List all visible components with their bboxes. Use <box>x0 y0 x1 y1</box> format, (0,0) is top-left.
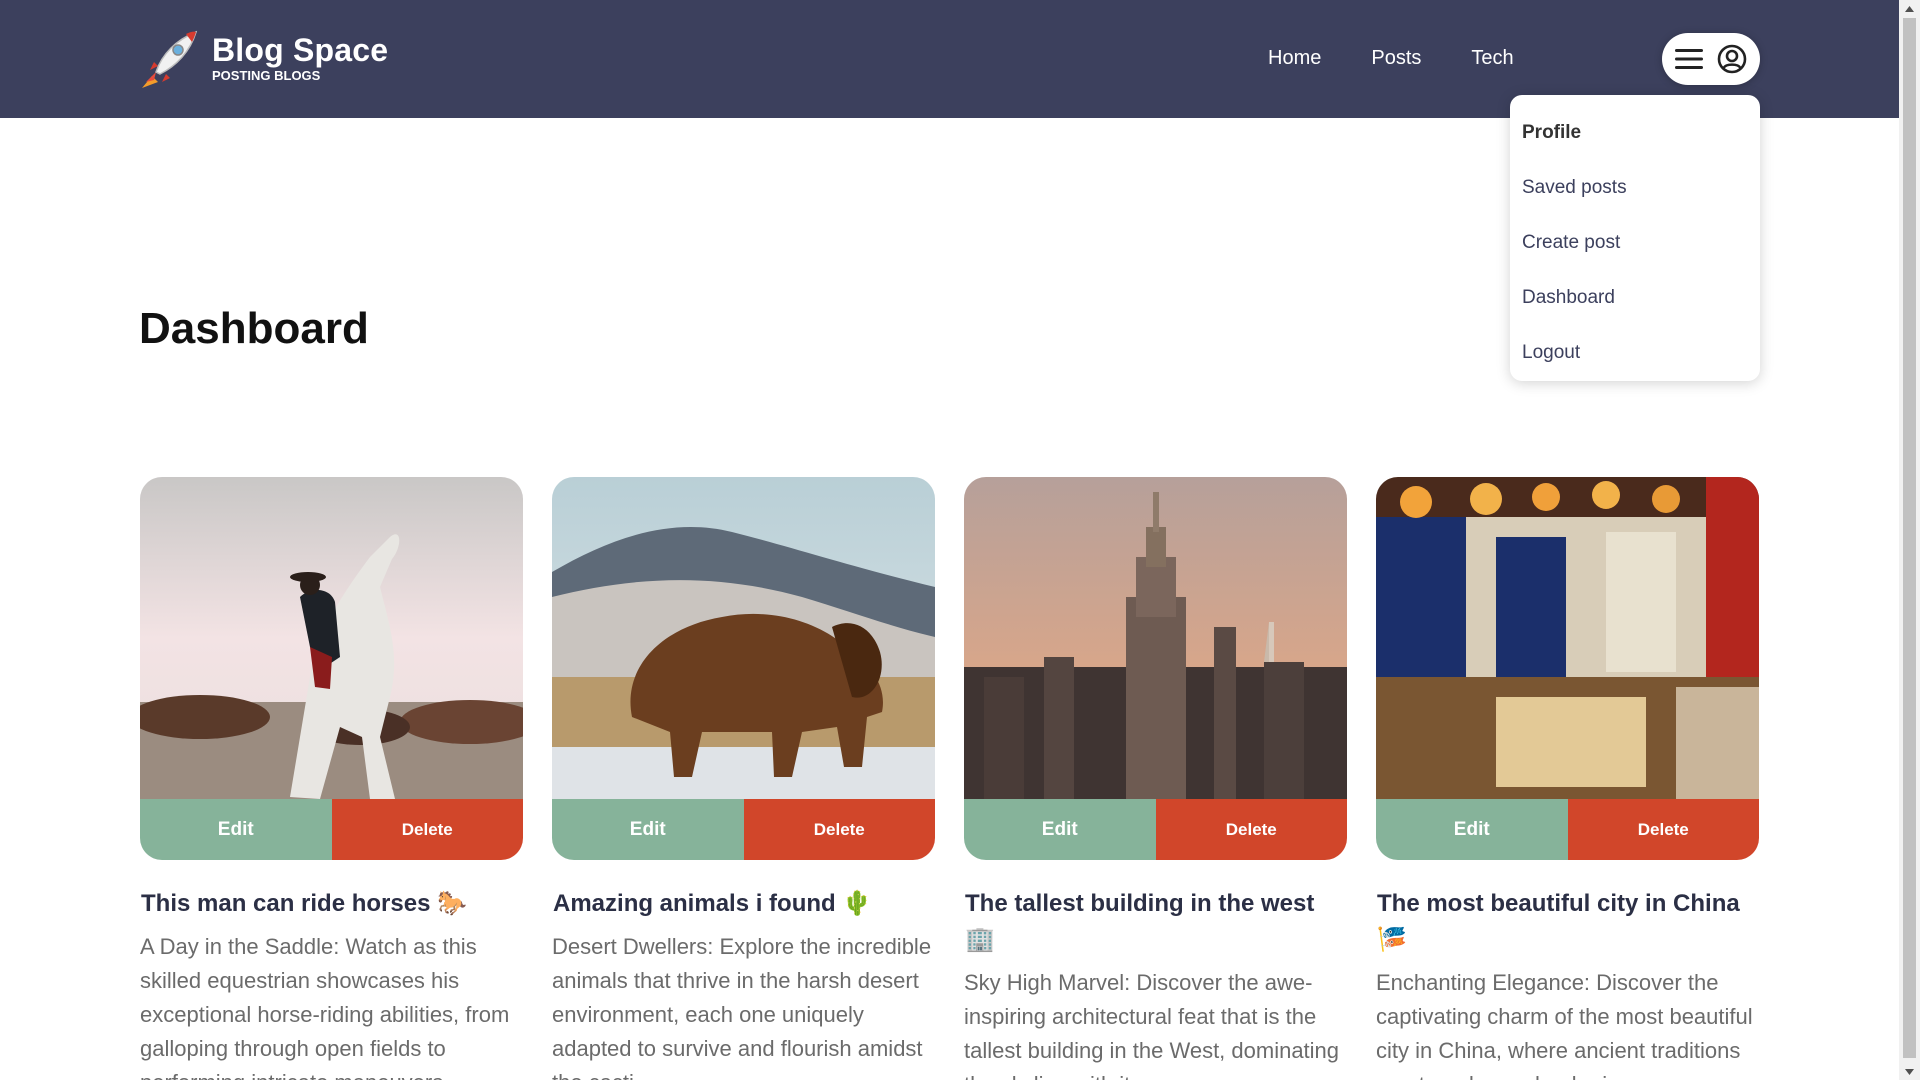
nav-home-link[interactable]: Home <box>1268 46 1321 70</box>
user-dropdown-menu: Profile Saved posts Create post Dashboar… <box>1510 95 1760 381</box>
card-description: Enchanting Elegance: Discover the captiv… <box>1376 970 1753 1080</box>
edit-button[interactable]: Edit <box>140 799 332 860</box>
card-media: Edit Delete <box>140 477 523 860</box>
rocket-icon <box>142 30 198 88</box>
scroll-down-arrow-icon[interactable] <box>1899 1063 1920 1080</box>
brand-title: Blog Space <box>212 32 389 68</box>
card-actions: Edit Delete <box>964 799 1347 860</box>
user-menu-button[interactable] <box>1662 33 1760 85</box>
vertical-scrollbar[interactable] <box>1899 0 1920 1080</box>
page-title: Dashboard <box>139 304 369 353</box>
card-media: Edit Delete <box>552 477 935 860</box>
card-description: Desert Dwellers: Explore the incredible … <box>552 934 932 1080</box>
post-card: Edit Delete Amazing animals i found 🌵 De… <box>552 477 935 1080</box>
menu-item-dashboard[interactable]: Dashboard <box>1510 278 1760 333</box>
edit-button[interactable]: Edit <box>964 799 1156 860</box>
scrollbar-thumb[interactable] <box>1903 18 1916 1058</box>
card-actions: Edit Delete <box>552 799 935 860</box>
card-title[interactable]: The tallest building in the west 🏢 <box>965 886 1347 958</box>
scroll-up-arrow-icon[interactable] <box>1899 0 1920 17</box>
post-card: Edit Delete The most beautiful city in C… <box>1376 477 1759 1080</box>
skyline-image[interactable] <box>964 477 1347 799</box>
edit-button[interactable]: Edit <box>1376 799 1568 860</box>
post-card: Edit Delete The tallest building in the … <box>964 477 1347 1080</box>
hamburger-icon <box>1675 49 1703 69</box>
card-title[interactable]: This man can ride horses 🐎 <box>141 886 523 922</box>
delete-button[interactable]: Delete <box>743 799 935 860</box>
menu-item-profile[interactable]: Profile <box>1510 113 1760 168</box>
edit-button[interactable]: Edit <box>552 799 744 860</box>
brand[interactable]: Blog Space POSTING BLOGS <box>138 26 388 90</box>
card-actions: Edit Delete <box>1376 799 1759 860</box>
page: Blog Space POSTING BLOGS Home Posts Tech… <box>0 0 1899 1080</box>
card-description: Sky High Marvel: Discover the awe-inspir… <box>964 970 1340 1080</box>
main-nav: Home Posts Tech <box>1268 46 1564 70</box>
card-title[interactable]: The most beautiful city in China 🎏 <box>1377 886 1759 958</box>
menu-item-logout[interactable]: Logout <box>1510 333 1760 388</box>
nav-tech-link[interactable]: Tech <box>1471 46 1513 70</box>
delete-button[interactable]: Delete <box>1567 799 1759 860</box>
horse-rider-image[interactable] <box>140 477 523 799</box>
card-media: Edit Delete <box>1376 477 1759 860</box>
card-description: A Day in the Saddle: Watch as this skill… <box>140 934 510 1080</box>
menu-item-create-post[interactable]: Create post <box>1510 223 1760 278</box>
delete-button[interactable]: Delete <box>331 799 523 860</box>
nav-posts-link[interactable]: Posts <box>1371 46 1421 70</box>
brand-subtitle: POSTING BLOGS <box>212 68 321 83</box>
menu-item-saved-posts[interactable]: Saved posts <box>1510 168 1760 223</box>
card-media: Edit Delete <box>964 477 1347 860</box>
post-card: Edit Delete This man can ride horses 🐎 A… <box>140 477 523 1080</box>
post-card-grid: Edit Delete This man can ride horses 🐎 A… <box>140 477 1759 1080</box>
delete-button[interactable]: Delete <box>1155 799 1347 860</box>
city-street-image[interactable] <box>1376 477 1759 799</box>
card-actions: Edit Delete <box>140 799 523 860</box>
card-title[interactable]: Amazing animals i found 🌵 <box>553 886 935 922</box>
account-circle-icon <box>1717 44 1747 74</box>
bison-image[interactable] <box>552 477 935 799</box>
